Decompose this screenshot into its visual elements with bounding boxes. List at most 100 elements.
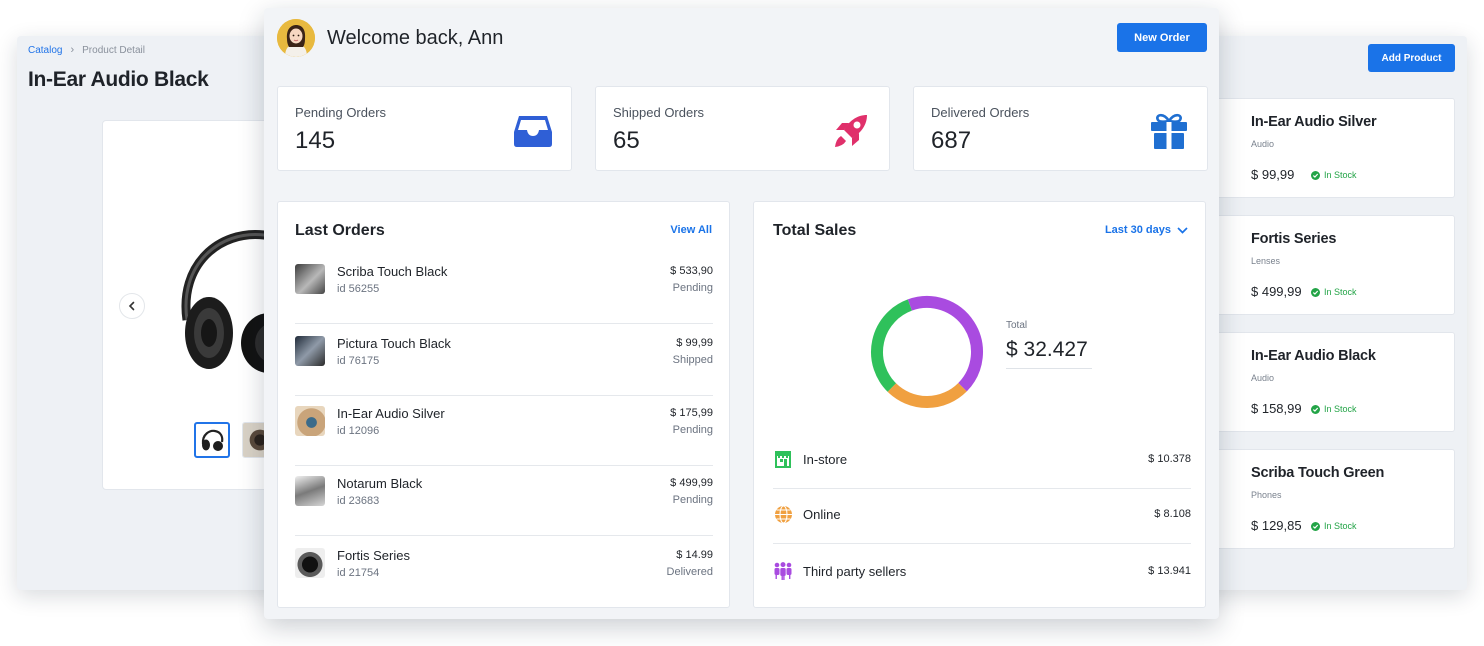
stat-card-pending: Pending Orders 145 bbox=[277, 86, 572, 171]
product-name: Fortis Series bbox=[1251, 231, 1337, 247]
order-row[interactable]: In-Ear Audio Silver id 12096 $ 175,99 Pe… bbox=[295, 396, 713, 466]
order-amount: $ 499,99 bbox=[670, 477, 713, 489]
catalog-panel: Add Product In-Ear Audio Silver Audio $ … bbox=[1190, 36, 1467, 590]
sales-donut-chart bbox=[871, 296, 983, 408]
order-row[interactable]: Pictura Touch Black id 76175 $ 99,99 Shi… bbox=[295, 326, 713, 396]
order-product-photo bbox=[295, 548, 325, 578]
stat-label: Shipped Orders bbox=[613, 105, 705, 120]
order-name: Scriba Touch Black bbox=[337, 264, 448, 279]
total-label: Total bbox=[1006, 320, 1028, 331]
channel-row-in-store: In-store $ 10.378 bbox=[773, 434, 1191, 489]
total-sales-card: Total Sales Last 30 days Total $ 32.427 bbox=[753, 201, 1206, 608]
order-status: Delivered bbox=[666, 566, 713, 578]
product-price: $ 99,99 bbox=[1251, 167, 1295, 182]
channel-row-online: Online $ 8.108 bbox=[773, 489, 1191, 544]
chevron-right-icon: › bbox=[70, 44, 75, 56]
donut-slice-in-store bbox=[871, 299, 913, 392]
breadcrumb: Catalog › Product Detail bbox=[28, 44, 145, 56]
order-product-photo bbox=[295, 336, 325, 366]
order-name: In-Ear Audio Silver bbox=[337, 406, 445, 421]
channel-amount: $ 8.108 bbox=[1154, 508, 1191, 520]
product-name: In-Ear Audio Black bbox=[1251, 348, 1376, 364]
stock-label: In Stock bbox=[1324, 287, 1357, 297]
welcome-title: Welcome back, Ann bbox=[327, 27, 504, 49]
total-value: $ 32.427 bbox=[1006, 338, 1088, 361]
product-title: In-Ear Audio Black bbox=[28, 68, 209, 91]
channel-amount: $ 10.378 bbox=[1148, 453, 1191, 465]
order-row[interactable]: Fortis Series id 21754 $ 14.99 Delivered bbox=[295, 538, 713, 608]
stock-badge: In Stock bbox=[1311, 287, 1357, 297]
check-icon bbox=[1311, 170, 1320, 180]
order-amount: $ 533,90 bbox=[670, 265, 713, 277]
globe-icon bbox=[773, 504, 793, 524]
order-name: Notarum Black bbox=[337, 476, 423, 491]
product-card[interactable]: In-Ear Audio Black Audio $ 158,99 In Sto… bbox=[1192, 332, 1455, 432]
store-icon bbox=[773, 449, 793, 469]
channel-name: Online bbox=[803, 507, 841, 522]
order-id: id 21754 bbox=[337, 567, 380, 579]
add-product-button[interactable]: Add Product bbox=[1368, 44, 1455, 72]
gift-icon bbox=[1149, 111, 1189, 151]
stock-label: In Stock bbox=[1324, 404, 1357, 414]
rocket-icon bbox=[831, 111, 871, 151]
stat-value: 145 bbox=[295, 127, 336, 154]
chevron-left-icon[interactable] bbox=[119, 293, 145, 319]
chevron-down-icon bbox=[1177, 226, 1188, 234]
gallery-thumbnail[interactable] bbox=[194, 422, 230, 458]
product-name: In-Ear Audio Silver bbox=[1251, 114, 1377, 130]
stock-label: In Stock bbox=[1324, 170, 1357, 180]
dashboard: Welcome back, Ann New Order Pending Orde… bbox=[264, 8, 1219, 619]
order-product-photo bbox=[295, 476, 325, 506]
view-all-link[interactable]: View All bbox=[670, 224, 712, 236]
new-order-button[interactable]: New Order bbox=[1117, 23, 1207, 52]
order-id: id 12096 bbox=[337, 425, 380, 437]
order-status: Shipped bbox=[672, 354, 713, 366]
order-status: Pending bbox=[672, 282, 713, 294]
user-avatar-icon bbox=[277, 19, 315, 57]
stock-badge: In Stock bbox=[1311, 404, 1357, 414]
check-icon bbox=[1311, 404, 1320, 414]
stock-label: In Stock bbox=[1324, 521, 1357, 531]
product-card[interactable]: Fortis Series Lenses $ 499,99 In Stock bbox=[1192, 215, 1455, 315]
order-amount: $ 14.99 bbox=[676, 549, 713, 561]
breadcrumb-current: Product Detail bbox=[82, 44, 145, 56]
stat-card-delivered: Delivered Orders 687 bbox=[913, 86, 1208, 171]
order-amount: $ 175,99 bbox=[670, 407, 713, 419]
order-id: id 56255 bbox=[337, 283, 380, 295]
order-row[interactable]: Notarum Black id 23683 $ 499,99 Pending bbox=[295, 466, 713, 536]
last-orders-card: Last Orders View All Scriba Touch Black … bbox=[277, 201, 730, 608]
product-category: Audio bbox=[1251, 139, 1275, 149]
headphones-icon bbox=[201, 429, 224, 451]
product-category: Lenses bbox=[1251, 256, 1281, 266]
product-price: $ 158,99 bbox=[1251, 401, 1302, 416]
order-row[interactable]: Scriba Touch Black id 56255 $ 533,90 Pen… bbox=[295, 254, 713, 324]
order-id: id 76175 bbox=[337, 355, 380, 367]
donut-slice-third-party-sellers bbox=[907, 296, 983, 392]
product-price: $ 499,99 bbox=[1251, 284, 1302, 299]
order-status: Pending bbox=[672, 494, 713, 506]
product-name: Scriba Touch Green bbox=[1251, 465, 1385, 481]
channel-row-third-party: Third party sellers $ 13.941 bbox=[773, 546, 1191, 601]
order-id: id 23683 bbox=[337, 495, 380, 507]
channel-amount: $ 13.941 bbox=[1148, 565, 1191, 577]
stat-label: Pending Orders bbox=[295, 105, 387, 120]
divider bbox=[1006, 368, 1092, 369]
breadcrumb-catalog-link[interactable]: Catalog bbox=[28, 45, 62, 56]
stat-value: 65 bbox=[613, 127, 640, 154]
date-range-select[interactable]: Last 30 days bbox=[1105, 224, 1188, 236]
product-card[interactable]: In-Ear Audio Silver Audio $ 99,99 In Sto… bbox=[1192, 98, 1455, 198]
order-status: Pending bbox=[672, 424, 713, 436]
order-product-photo bbox=[295, 264, 325, 294]
avatar[interactable] bbox=[277, 19, 315, 57]
inbox-icon bbox=[513, 111, 553, 151]
order-amount: $ 99,99 bbox=[676, 337, 713, 349]
product-category: Phones bbox=[1251, 490, 1282, 500]
product-price: $ 129,85 bbox=[1251, 518, 1302, 533]
channel-name: In-store bbox=[803, 452, 848, 467]
order-name: Pictura Touch Black bbox=[337, 336, 451, 351]
total-sales-title: Total Sales bbox=[773, 222, 857, 239]
people-icon bbox=[773, 561, 793, 581]
check-icon bbox=[1311, 521, 1320, 531]
check-icon bbox=[1311, 287, 1320, 297]
product-card[interactable]: Scriba Touch Green Phones $ 129,85 In St… bbox=[1192, 449, 1455, 549]
